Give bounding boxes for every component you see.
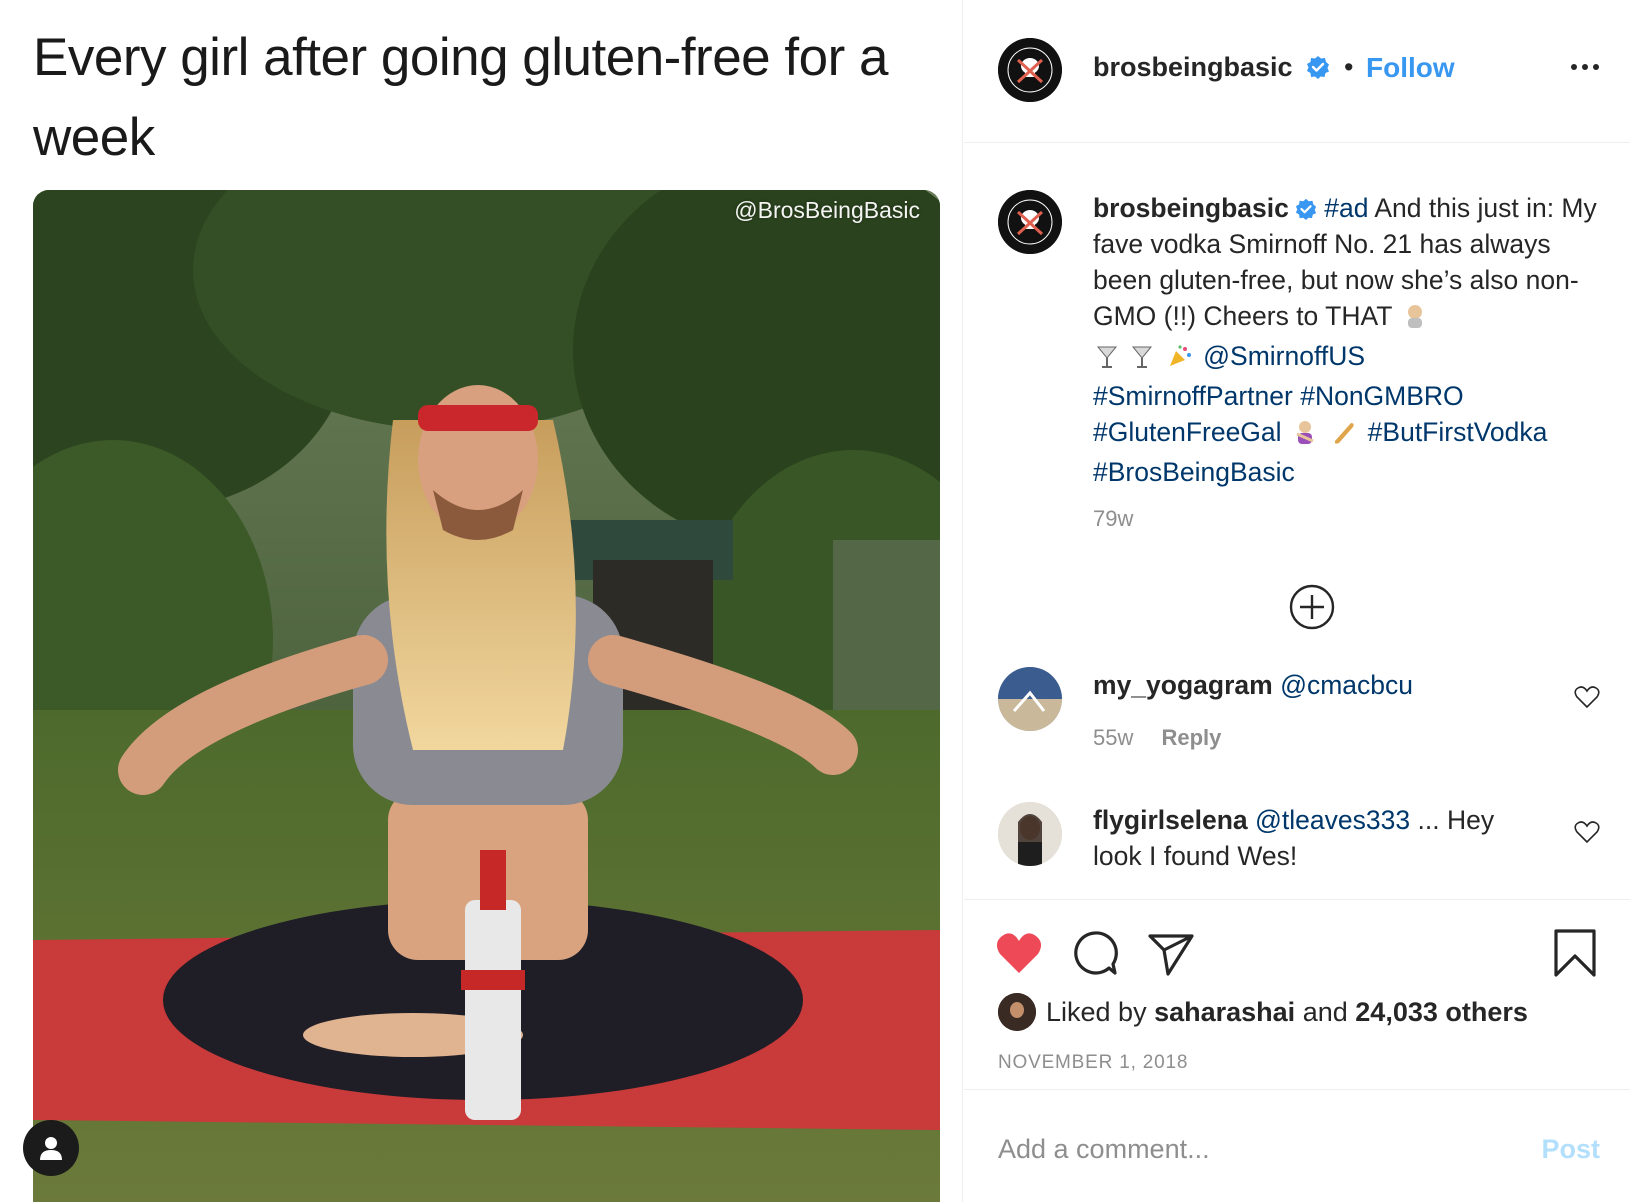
likes-summary: Liked by saharashai and 24,033 others [998, 992, 1528, 1032]
skull-logo-icon [998, 38, 1062, 102]
verified-badge-icon [1307, 56, 1330, 79]
caption-author-avatar[interactable] [998, 190, 1062, 254]
header-separator: • [1344, 52, 1354, 82]
skull-logo-icon [998, 190, 1062, 254]
like-comment-heart-icon[interactable] [1574, 820, 1600, 844]
share-paper-plane-icon[interactable] [1146, 928, 1196, 978]
mention-smirnoffus[interactable]: @SmirnoffUS [1203, 341, 1365, 371]
person-gesturing-no-emoji-icon [1292, 418, 1318, 454]
hashtag-butfirstvodka[interactable]: #ButFirstVodka [1368, 417, 1548, 447]
post-header: brosbeingbasic • Follow [964, 0, 1630, 143]
post-media[interactable]: Every girl after going gluten-free for a… [0, 0, 963, 1202]
more-options-icon[interactable] [1570, 62, 1600, 72]
hashtag-ad[interactable]: #ad [1324, 193, 1368, 223]
caption-username[interactable]: brosbeingbasic [1093, 193, 1289, 223]
comment-bubble-icon[interactable] [1070, 928, 1120, 978]
author-avatar[interactable] [998, 38, 1062, 102]
caption-timestamp[interactable]: 79w [1093, 506, 1133, 532]
reply-button[interactable]: Reply [1161, 725, 1221, 750]
post-comment-button[interactable]: Post [1541, 1134, 1600, 1165]
comment-username[interactable]: flygirlselena [1093, 805, 1248, 835]
comment-item: my_yogagram @cmacbcu 55w Reply [998, 667, 1608, 787]
tagged-users-button[interactable] [23, 1120, 79, 1176]
meme-caption-text: Every girl after going gluten-free for a… [33, 28, 888, 167]
person-tipping-hand-emoji-icon [1402, 302, 1428, 338]
woman-avatar-icon [998, 802, 1062, 866]
commenter-avatar[interactable] [998, 802, 1062, 866]
comment-item: flygirlselena @tleaves333 ... Hey look I… [998, 802, 1608, 871]
party-popper-emoji-icon [1167, 342, 1193, 378]
comment-input[interactable] [998, 1124, 1498, 1174]
and-word: and [1302, 996, 1348, 1027]
user-icon [40, 1137, 62, 1160]
author-username[interactable]: brosbeingbasic [1093, 52, 1330, 83]
post-date[interactable]: NOVEMBER 1, 2018 [998, 1052, 1188, 1074]
save-bookmark-icon[interactable] [1550, 928, 1600, 978]
comments-section[interactable]: brosbeingbasic #ad And this just in: My … [964, 144, 1630, 899]
hashtag-brosbeingbasic[interactable]: #BrosBeingBasic [1093, 457, 1295, 487]
liker-avatar[interactable] [998, 993, 1036, 1031]
add-comment-bar: Post [964, 1089, 1630, 1202]
liked-by-user[interactable]: saharashai [1154, 997, 1295, 1028]
photo-watermark: @BrosBeingBasic [734, 197, 920, 223]
comment-timestamp[interactable]: 55w [1093, 725, 1133, 750]
comment-text: flygirlselena @tleaves333 ... Hey look I… [1093, 802, 1543, 874]
like-heart-icon[interactable] [994, 928, 1044, 978]
baguette-bread-emoji-icon [1331, 418, 1357, 454]
post-actions: Liked by saharashai and 24,033 others NO… [964, 899, 1630, 1089]
verified-badge-icon [1295, 198, 1316, 220]
woman-avatar-icon [998, 993, 1036, 1031]
commenter-avatar[interactable] [998, 667, 1062, 731]
comment-text: my_yogagram @cmacbcu [1093, 667, 1543, 703]
author-username-text[interactable]: brosbeingbasic [1093, 52, 1293, 82]
like-comment-heart-icon[interactable] [1574, 685, 1600, 709]
cocktail-glass-emoji-icon [1096, 342, 1118, 378]
post-side-panel: brosbeingbasic • Follow brosbeingbasic #… [964, 0, 1630, 1202]
hashtag-glutenfreegal[interactable]: #GlutenFreeGal [1093, 417, 1282, 447]
caption-text: brosbeingbasic #ad And this just in: My … [1093, 190, 1603, 490]
follow-button[interactable]: Follow [1366, 52, 1455, 84]
comment-username[interactable]: my_yogagram [1093, 670, 1273, 700]
likes-count[interactable]: 24,033 others [1355, 997, 1528, 1028]
comment-meta: 55w Reply [1093, 725, 1221, 751]
yoga-photo-illustration [33, 190, 940, 1202]
comment-mention[interactable]: @tleaves333 [1255, 805, 1410, 835]
liked-by-prefix: Liked by [1046, 996, 1147, 1027]
post-photo[interactable]: @BrosBeingBasic [33, 190, 940, 1202]
load-more-comments-icon[interactable] [1289, 584, 1335, 630]
comment-mention[interactable]: @cmacbcu [1280, 670, 1413, 700]
hashtag-smirnoffpartner[interactable]: #SmirnoffPartner [1093, 381, 1293, 411]
cocktail-glass-emoji-icon [1131, 342, 1153, 378]
yoga-pose-avatar-icon [998, 667, 1062, 731]
hashtag-nongmbro[interactable]: #NonGMBRO [1300, 381, 1463, 411]
